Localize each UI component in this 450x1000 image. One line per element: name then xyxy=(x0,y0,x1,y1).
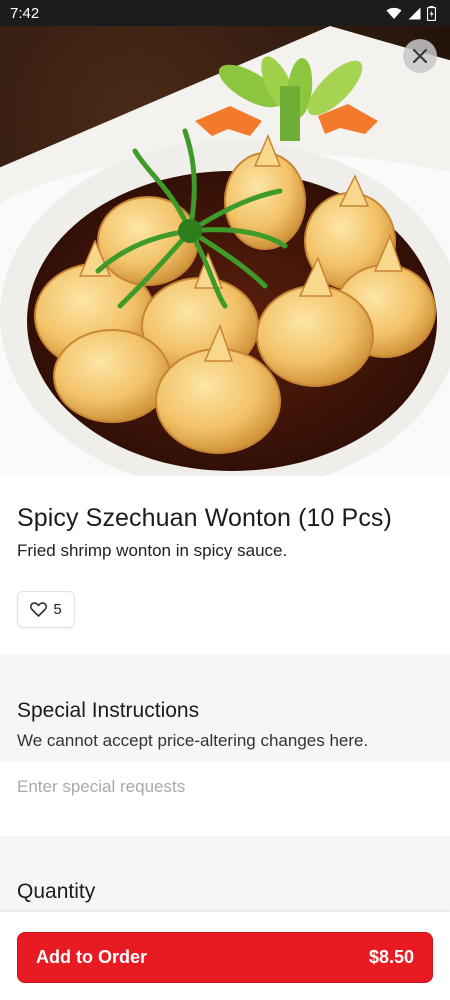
like-count: 5 xyxy=(53,601,62,618)
status-icons xyxy=(386,5,436,21)
special-instructions-title: Special Instructions xyxy=(17,699,200,722)
add-to-order-button[interactable]: Add to Order $8.50 xyxy=(17,932,433,983)
close-button[interactable] xyxy=(403,39,437,73)
item-description: Fried shrimp wonton in spicy sauce. xyxy=(17,541,288,560)
wifi-icon xyxy=(386,7,402,19)
heart-icon xyxy=(30,602,48,617)
item-title: Spicy Szechuan Wonton (10 Pcs) xyxy=(17,504,392,532)
status-bar: 7:42 xyxy=(0,0,450,26)
item-detail-screen: 7:42 Spicy Szechuan Wonton (10 Pcs) Frie… xyxy=(0,0,450,1000)
bottom-action-bar: Add to Order $8.50 xyxy=(0,912,450,1000)
order-price: $8.50 xyxy=(368,947,414,967)
status-time: 7:42 xyxy=(10,4,40,22)
quantity-title: Quantity xyxy=(17,880,96,903)
like-button[interactable]: 5 xyxy=(17,591,75,628)
close-icon xyxy=(412,48,428,64)
food-photo xyxy=(0,26,450,476)
food-photo-illustration xyxy=(0,26,450,476)
cell-signal-icon xyxy=(408,7,421,19)
quantity-section xyxy=(0,836,450,916)
special-requests-input[interactable] xyxy=(0,762,450,836)
add-to-order-label: Add to Order xyxy=(36,947,147,967)
special-instructions-subtitle: We cannot accept price-altering changes … xyxy=(17,731,369,750)
battery-icon xyxy=(427,5,436,21)
